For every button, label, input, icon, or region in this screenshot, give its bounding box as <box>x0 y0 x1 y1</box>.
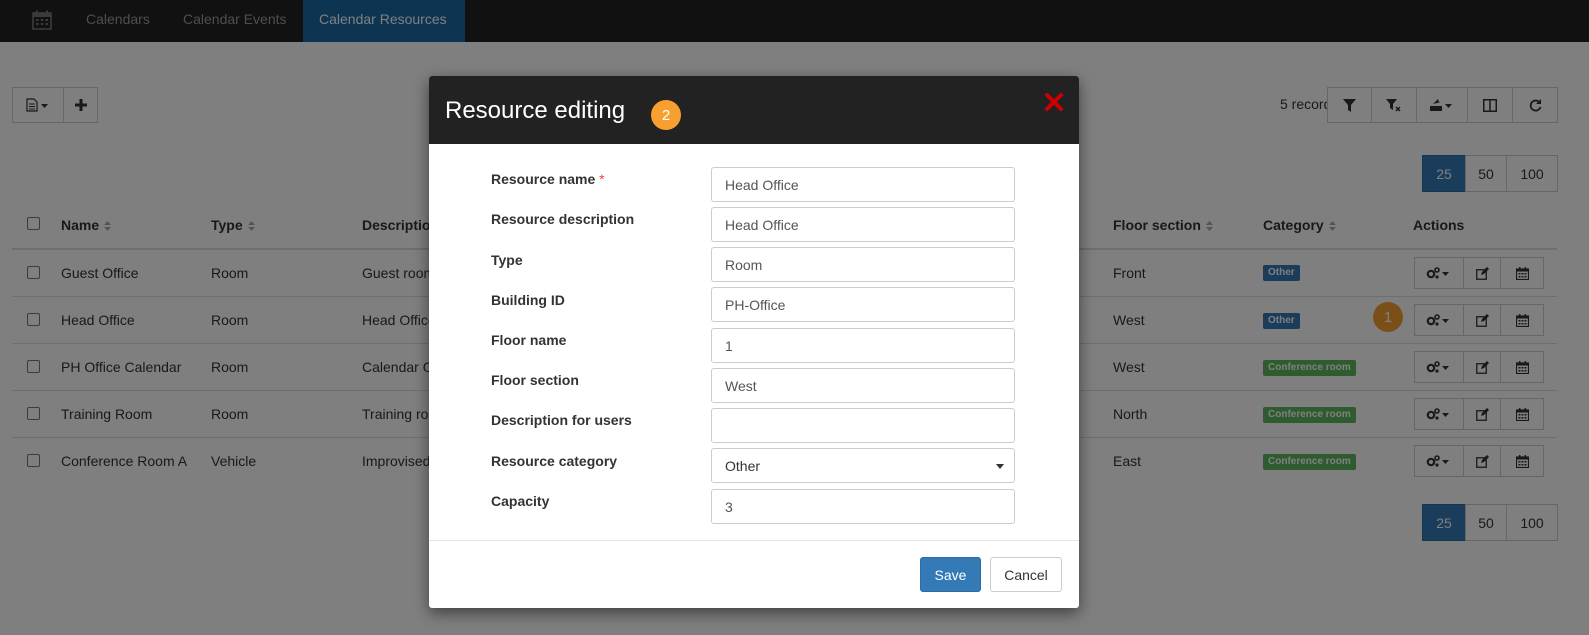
resource-category-select[interactable]: Other <box>711 448 1015 483</box>
field-label-resource-description: Resource description <box>491 211 635 227</box>
field-label-resource-name: Resource name * <box>491 171 605 187</box>
field-label-capacity: Capacity <box>491 493 550 509</box>
field-label-resource-category: Resource category <box>491 453 618 469</box>
step-badge-2: 2 <box>651 100 681 130</box>
modal-title: Resource editing <box>445 97 626 124</box>
cancel-button[interactable]: Cancel <box>990 557 1062 592</box>
modal-header: Resource editing 2 <box>429 76 1079 144</box>
floor-section-input[interactable] <box>711 368 1015 403</box>
field-label-type: Type <box>491 252 523 268</box>
select-value: Other <box>725 457 761 474</box>
capacity-input[interactable] <box>711 489 1015 524</box>
building-id-input[interactable] <box>711 287 1015 322</box>
chevron-down-icon <box>996 464 1004 469</box>
type-input[interactable] <box>711 247 1015 282</box>
field-label-floor-section: Floor section <box>491 372 579 388</box>
field-label-description-for-users: Description for users <box>491 412 632 428</box>
resource-description-input[interactable] <box>711 207 1015 242</box>
close-icon[interactable] <box>1044 92 1064 112</box>
resource-editing-dialog: Resource editing 2 Resource name * Resou… <box>429 76 1079 608</box>
floor-name-input[interactable] <box>711 328 1015 363</box>
modal-footer-divider <box>429 540 1079 541</box>
save-button[interactable]: Save <box>920 557 981 592</box>
required-mark: * <box>599 171 605 187</box>
resource-name-input[interactable] <box>711 167 1015 202</box>
field-label-floor-name: Floor name <box>491 332 567 348</box>
description-for-users-input[interactable] <box>711 408 1015 443</box>
field-label-building-id: Building ID <box>491 292 565 308</box>
